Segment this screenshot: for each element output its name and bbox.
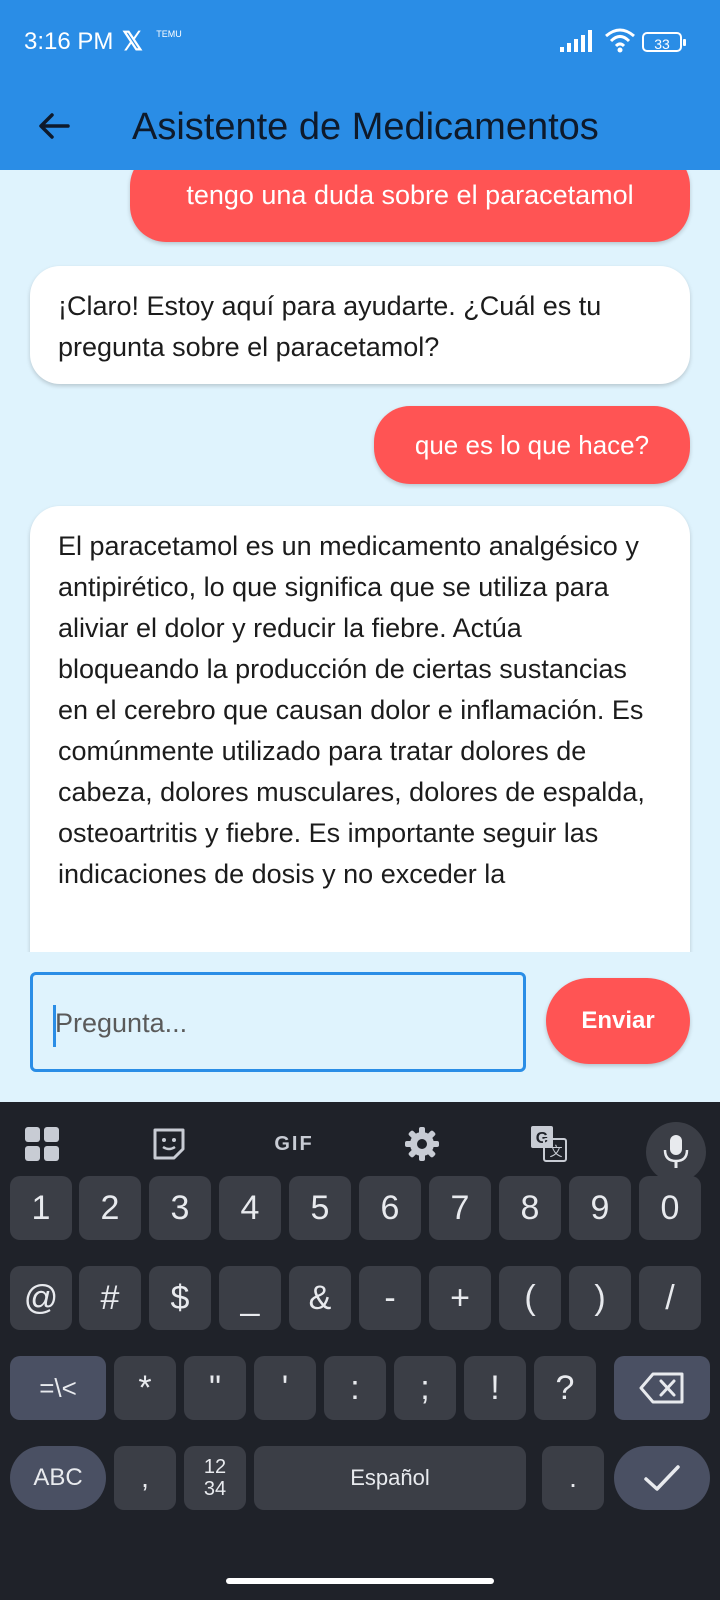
- key-1[interactable]: 1: [10, 1176, 72, 1240]
- status-time: 3:16 PM: [24, 28, 114, 55]
- key-open-paren[interactable]: (: [499, 1266, 561, 1330]
- key-comma[interactable]: ,: [114, 1446, 176, 1510]
- key-6[interactable]: 6: [359, 1176, 421, 1240]
- key-period[interactable]: .: [542, 1446, 604, 1510]
- key-5[interactable]: 5: [289, 1176, 351, 1240]
- key-single-quote[interactable]: ': [254, 1356, 316, 1420]
- page-title: Asistente de Medicamentos: [132, 106, 599, 148]
- home-indicator[interactable]: [226, 1578, 494, 1584]
- key-9[interactable]: 9: [569, 1176, 631, 1240]
- key-minus[interactable]: -: [359, 1266, 421, 1330]
- back-arrow-icon[interactable]: [34, 106, 74, 146]
- key-exclamation[interactable]: !: [464, 1356, 526, 1420]
- send-button[interactable]: Enviar: [546, 978, 690, 1064]
- key-close-paren[interactable]: ): [569, 1266, 631, 1330]
- key-dollar[interactable]: $: [149, 1266, 211, 1330]
- key-0[interactable]: 0: [639, 1176, 701, 1240]
- signal-icon: [560, 30, 592, 52]
- abc-key[interactable]: ABC: [10, 1446, 106, 1510]
- key-hash[interactable]: #: [79, 1266, 141, 1330]
- key-underscore[interactable]: _: [219, 1266, 281, 1330]
- user-message: tengo una duda sobre el paracetamol: [130, 170, 690, 242]
- message-text: tengo una duda sobre el paracetamol: [186, 180, 634, 210]
- microphone-icon: [663, 1135, 689, 1168]
- key-2[interactable]: 2: [79, 1176, 141, 1240]
- key-ampersand[interactable]: &: [289, 1266, 351, 1330]
- numpad-key[interactable]: 12 34: [184, 1446, 246, 1510]
- app-bar: Asistente de Medicamentos: [0, 90, 720, 170]
- key-4[interactable]: 4: [219, 1176, 281, 1240]
- numpad-key-top: 12: [203, 1456, 227, 1478]
- key-double-quote[interactable]: ": [184, 1356, 246, 1420]
- assistant-message: ¡Claro! Estoy aquí para ayudarte. ¿Cuál …: [30, 266, 690, 384]
- status-bar: 3:16 PM 𝕏 TEMU 33: [0, 0, 720, 90]
- key-plus[interactable]: +: [429, 1266, 491, 1330]
- battery-icon: 33: [642, 32, 686, 52]
- temu-app-icon: TEMU: [156, 29, 182, 39]
- numpad-key-bottom: 34: [203, 1478, 227, 1500]
- key-3[interactable]: 3: [149, 1176, 211, 1240]
- message-text: ¡Claro! Estoy aquí para ayudarte. ¿Cuál …: [58, 291, 602, 362]
- key-slash[interactable]: /: [639, 1266, 701, 1330]
- key-more-symbols[interactable]: =\<: [10, 1356, 106, 1420]
- message-text: que es lo que hace?: [414, 430, 650, 460]
- question-field[interactable]: [30, 972, 526, 1072]
- gif-button[interactable]: GIF: [272, 1122, 316, 1166]
- x-app-icon: 𝕏: [122, 26, 143, 56]
- question-input[interactable]: [55, 999, 495, 1047]
- key-semicolon[interactable]: ;: [394, 1356, 456, 1420]
- apps-grid-icon[interactable]: [24, 1122, 60, 1166]
- enter-key[interactable]: [614, 1446, 710, 1510]
- wifi-icon: [605, 28, 635, 53]
- space-key[interactable]: Español: [254, 1446, 526, 1510]
- backspace-key[interactable]: [614, 1356, 710, 1420]
- assistant-message: El paracetamol es un medicamento analgés…: [30, 506, 690, 952]
- user-message: que es lo que hace?: [374, 406, 690, 484]
- chat-list[interactable]: tengo una duda sobre el paracetamol ¡Cla…: [0, 170, 720, 952]
- key-8[interactable]: 8: [499, 1176, 561, 1240]
- message-text: El paracetamol es un medicamento analgés…: [58, 531, 645, 889]
- key-7[interactable]: 7: [429, 1176, 491, 1240]
- translate-icon[interactable]: G 文: [530, 1122, 568, 1166]
- svg-text:文: 文: [549, 1144, 562, 1159]
- key-question[interactable]: ?: [534, 1356, 596, 1420]
- sticker-icon[interactable]: [152, 1122, 186, 1166]
- composer: Enviar: [0, 952, 720, 1102]
- backspace-icon: [639, 1372, 684, 1404]
- microphone-button[interactable]: [646, 1122, 706, 1182]
- key-asterisk[interactable]: *: [114, 1356, 176, 1420]
- keyboard: GIF G 文 1 2 3 4 5 6 7 8 9 0 @ # $ _ & - …: [0, 1102, 720, 1600]
- checkmark-icon: [644, 1465, 680, 1491]
- key-at[interactable]: @: [10, 1266, 72, 1330]
- settings-gear-icon[interactable]: [404, 1122, 440, 1166]
- key-colon[interactable]: :: [324, 1356, 386, 1420]
